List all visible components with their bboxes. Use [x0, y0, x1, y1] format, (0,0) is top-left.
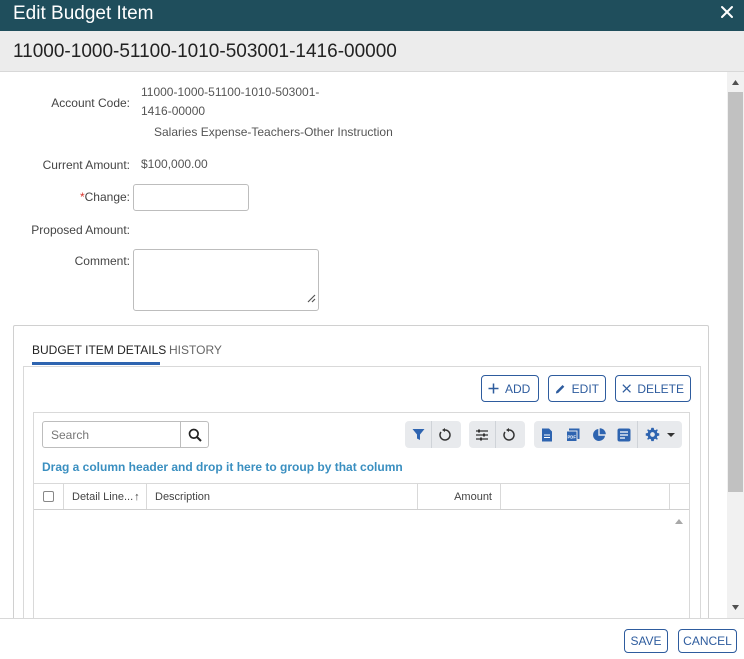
search-input[interactable]: Search: [43, 422, 180, 447]
gear-icon: [645, 427, 659, 442]
current-amount-value: $100,000.00: [141, 157, 208, 171]
comment-textarea[interactable]: [133, 249, 319, 311]
search-icon[interactable]: [180, 422, 208, 447]
details-panel: BUDGET ITEM DETAILS HISTORY ADD EDIT DEL…: [13, 325, 709, 618]
delete-button[interactable]: DELETE: [615, 375, 691, 402]
page-scrollbar[interactable]: [727, 72, 744, 618]
proposed-amount-label: Proposed Amount:: [31, 223, 130, 237]
export-toolbar: PDF: [534, 421, 682, 448]
filter-toolbar: [405, 421, 461, 448]
form-content: Account Code: 11000-1000-51100-1010-5030…: [0, 72, 727, 618]
page-scroll-down-icon[interactable]: [727, 602, 744, 614]
filter-icon[interactable]: [405, 421, 431, 448]
change-label: *Change:: [10, 190, 130, 204]
change-label-text: Change:: [84, 190, 130, 204]
tab-history[interactable]: HISTORY: [169, 343, 222, 357]
dialog-footer: SAVE CANCEL: [0, 618, 744, 659]
edit-button[interactable]: EDIT: [548, 375, 606, 402]
account-description: Salaries Expense-Teachers-Other Instruct…: [154, 125, 393, 139]
close-icon[interactable]: [719, 4, 735, 20]
sort-ascending-icon: ↑: [134, 490, 140, 503]
page-scroll-thumb[interactable]: [728, 92, 743, 492]
grid-scrollbar[interactable]: [669, 510, 689, 618]
account-code-line1: 11000-1000-51100-1010-503001-: [141, 85, 320, 99]
grid-search: Search: [42, 421, 209, 448]
header-scroll-spacer: [669, 484, 689, 509]
column-header-description[interactable]: Description: [147, 484, 418, 509]
dialog-title: Edit Budget Item: [13, 3, 154, 24]
grid-column-header: Detail Line... ↑ Description Amount: [34, 483, 689, 510]
add-button[interactable]: ADD: [481, 375, 539, 402]
select-all-checkbox[interactable]: [43, 491, 54, 502]
edit-button-label: EDIT: [571, 381, 599, 396]
column-header-detail-line[interactable]: Detail Line... ↑: [64, 484, 147, 509]
pencil-icon: [555, 384, 565, 393]
column-toolbar: [469, 421, 525, 448]
details-grid: Search PDF Drag a column header and drop…: [33, 412, 690, 618]
item-code-heading: 11000-1000-51100-1010-503001-1416-00000: [13, 41, 397, 62]
details-container: ADD EDIT DELETE Search PDF Drag a column…: [23, 366, 701, 618]
scroll-up-arrow-icon[interactable]: [669, 514, 689, 530]
cancel-button[interactable]: CANCEL: [678, 629, 737, 653]
reset-filter-icon[interactable]: [432, 421, 458, 448]
chart-icon[interactable]: [586, 421, 612, 448]
dialog-title-bar: Edit Budget Item: [0, 0, 744, 31]
reset-columns-icon[interactable]: [496, 421, 522, 448]
item-header: 11000-1000-51100-1010-503001-1416-00000: [0, 31, 744, 72]
delete-button-label: DELETE: [637, 381, 684, 396]
svg-text:PDF: PDF: [567, 434, 576, 439]
resize-handle-icon[interactable]: [307, 290, 316, 308]
plus-icon: [488, 383, 499, 394]
export-pdf-icon[interactable]: PDF: [560, 421, 586, 448]
x-icon: [622, 384, 631, 393]
comment-label: Comment:: [74, 254, 130, 268]
column-header-amount[interactable]: Amount: [418, 484, 501, 509]
active-tab-indicator: [32, 362, 160, 365]
current-amount-label: Current Amount:: [42, 158, 130, 172]
report-icon[interactable]: [611, 421, 637, 448]
change-input[interactable]: [133, 184, 249, 211]
tab-budget-item-details[interactable]: BUDGET ITEM DETAILS: [32, 343, 166, 357]
account-code-label: Account Code:: [51, 96, 130, 110]
group-by-hint: Drag a column header and drop it here to…: [42, 460, 403, 474]
column-settings-icon[interactable]: [469, 421, 495, 448]
column-header-detail-line-label: Detail Line...: [72, 490, 134, 503]
select-all-cell: [34, 484, 64, 509]
account-code-line2: 1416-00000: [141, 104, 206, 118]
settings-dropdown[interactable]: [638, 421, 682, 448]
chevron-down-icon: [666, 432, 675, 437]
export-document-icon[interactable]: [534, 421, 560, 448]
add-button-label: ADD: [505, 381, 531, 396]
save-button[interactable]: SAVE: [624, 629, 668, 653]
page-scroll-up-icon[interactable]: [727, 76, 744, 88]
